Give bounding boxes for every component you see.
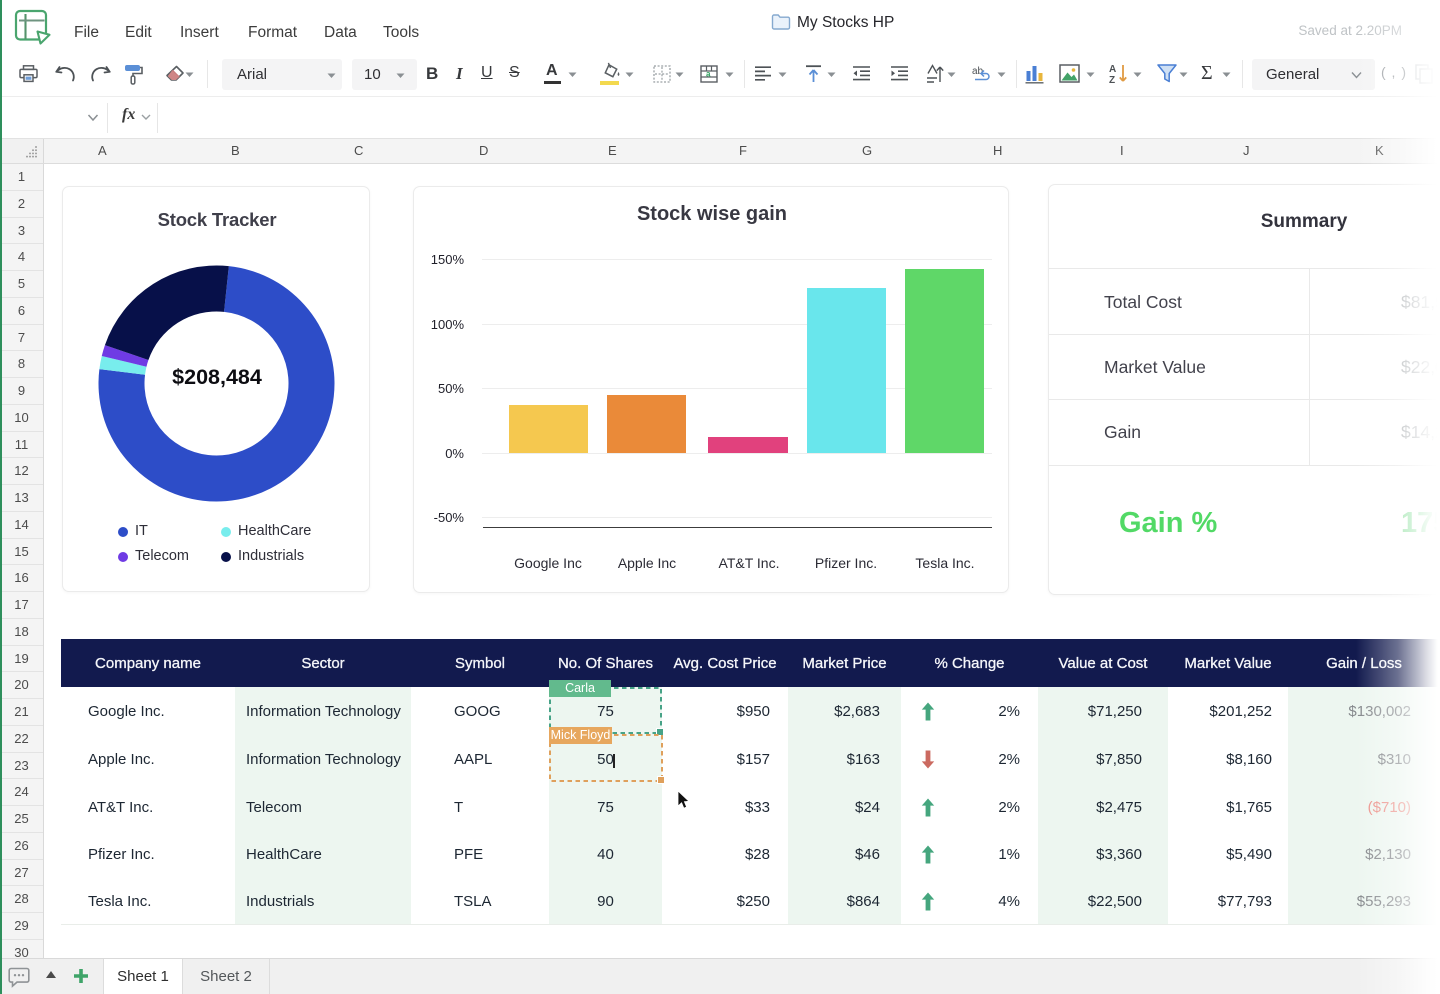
svg-text:a: a <box>706 70 711 79</box>
svg-text:Z: Z <box>1109 75 1115 85</box>
svg-text:A: A <box>1109 64 1116 75</box>
